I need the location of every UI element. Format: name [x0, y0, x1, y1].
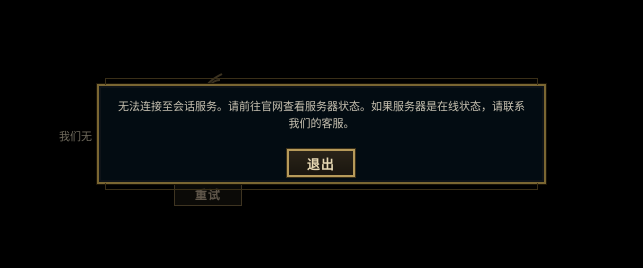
- exit-button[interactable]: 退出: [286, 148, 356, 178]
- background-message-text: 我们无: [59, 130, 92, 143]
- screen: 我们无 重试 无法连接至会话服务。请前往官网查看服务器状态。如果服务器是在线状态…: [0, 0, 643, 268]
- error-dialog: 无法连接至会话服务。请前往官网查看服务器状态。如果服务器是在线状态，请联系我们的…: [97, 78, 546, 190]
- dialog-message: 无法连接至会话服务。请前往官网查看服务器状态。如果服务器是在线状态，请联系我们的…: [118, 100, 525, 130]
